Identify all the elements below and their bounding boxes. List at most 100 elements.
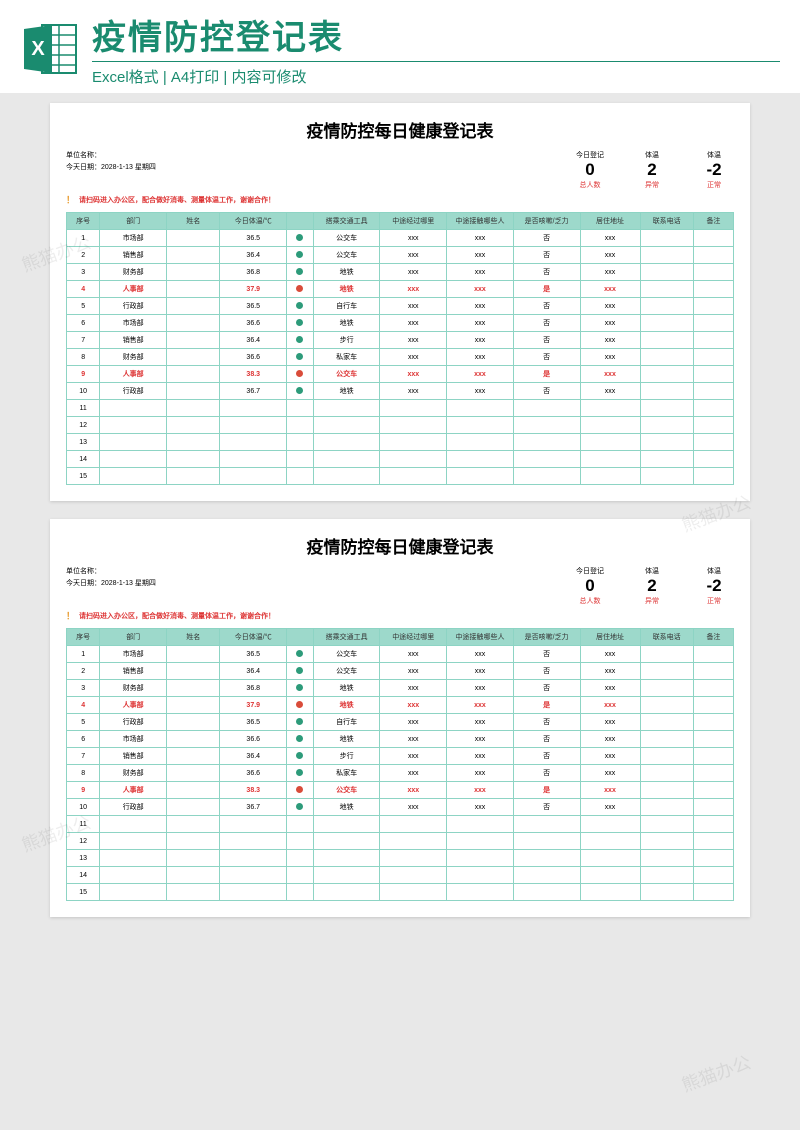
table-row: 10行政部36.7地铁xxxxxx否xxx — [67, 383, 734, 400]
watermark: 熊猫办公 — [678, 1048, 755, 1097]
table-header: 搭乘交通工具 — [313, 213, 380, 230]
table-header: 姓名 — [167, 629, 220, 646]
table-row: 9人事部38.3公交车xxxxxx是xxx — [67, 782, 734, 799]
table-row: 1市场部36.5公交车xxxxxx否xxx — [67, 230, 734, 247]
table-header: 中途接触哪些人 — [447, 213, 514, 230]
status-dot-ok — [296, 336, 303, 343]
sheet-1: 疫情防控每日健康登记表单位名称： 今天日期：2028-1-13 星期四 今日登记0总… — [50, 103, 750, 501]
table-row: 13 — [67, 850, 734, 867]
page-header: X 疫情防控登记表 Excel格式 | A4打印 | 内容可修改 — [0, 0, 800, 93]
stat-block: 今日登记0总人数 — [570, 566, 610, 606]
table-row: 14 — [67, 451, 734, 468]
table-row: 2销售部36.4公交车xxxxxx否xxx — [67, 663, 734, 680]
stat-block: 体温-2正常 — [694, 150, 734, 190]
unit-label: 单位名称： — [66, 150, 156, 160]
health-table: 序号部门姓名今日体温/℃ 搭乘交通工具中途经过哪里中途接触哪些人是否咳嗽/乏力居住… — [66, 212, 734, 485]
table-row: 3财务部36.8地铁xxxxxx否xxx — [67, 680, 734, 697]
table-row: 11 — [67, 816, 734, 833]
table-header: 中途经过哪里 — [380, 629, 447, 646]
status-dot-alert — [296, 370, 303, 377]
table-row: 11 — [67, 400, 734, 417]
status-dot-ok — [296, 752, 303, 759]
status-dot-ok — [296, 268, 303, 275]
excel-icon: X — [20, 21, 80, 77]
table-header: 部门 — [100, 213, 167, 230]
table-header: 中途接触哪些人 — [447, 629, 514, 646]
status-dot-ok — [296, 302, 303, 309]
table-row: 10行政部36.7地铁xxxxxx否xxx — [67, 799, 734, 816]
status-dot-ok — [296, 718, 303, 725]
table-row: 12 — [67, 833, 734, 850]
warning-text: ！请扫码进入办公区，配合做好消毒、测量体温工作，谢谢合作！ — [66, 609, 734, 622]
table-header: 联系电话 — [640, 213, 693, 230]
stat-block: 今日登记0总人数 — [570, 150, 610, 190]
table-header: 居住地址 — [580, 629, 640, 646]
health-table: 序号部门姓名今日体温/℃ 搭乘交通工具中途经过哪里中途接触哪些人是否咳嗽/乏力居住… — [66, 628, 734, 901]
table-row: 7销售部36.4步行xxxxxx否xxx — [67, 332, 734, 349]
table-row: 8财务部36.6私家车xxxxxx否xxx — [67, 349, 734, 366]
stat-block: 体温-2正常 — [694, 566, 734, 606]
date-row: 今天日期：2028-1-13 星期四 — [66, 578, 156, 588]
table-header: 今日体温/℃ — [220, 629, 287, 646]
table-row: 2销售部36.4公交车xxxxxx否xxx — [67, 247, 734, 264]
header-subtitle: Excel格式 | A4打印 | 内容可修改 — [92, 61, 780, 87]
table-header: 是否咳嗽/乏力 — [513, 213, 580, 230]
table-row: 9人事部38.3公交车xxxxxx是xxx — [67, 366, 734, 383]
table-row: 5行政部36.5自行车xxxxxx否xxx — [67, 298, 734, 315]
sheet-2: 疫情防控每日健康登记表单位名称： 今天日期：2028-1-13 星期四 今日登记0总… — [50, 519, 750, 917]
table-row: 6市场部36.6地铁xxxxxx否xxx — [67, 315, 734, 332]
table-header: 搭乘交通工具 — [313, 629, 380, 646]
status-dot-alert — [296, 786, 303, 793]
table-header: 中途经过哪里 — [380, 213, 447, 230]
table-header: 部门 — [100, 629, 167, 646]
table-header — [287, 213, 314, 230]
table-header: 备注 — [693, 629, 733, 646]
unit-label: 单位名称： — [66, 566, 156, 576]
sheet-title: 疫情防控每日健康登记表 — [66, 533, 734, 558]
status-dot-ok — [296, 667, 303, 674]
table-header: 序号 — [67, 629, 100, 646]
table-row: 6市场部36.6地铁xxxxxx否xxx — [67, 731, 734, 748]
stat-block: 体温2异常 — [632, 566, 672, 606]
table-row: 13 — [67, 434, 734, 451]
table-header: 今日体温/℃ — [220, 213, 287, 230]
status-dot-ok — [296, 735, 303, 742]
table-header: 联系电话 — [640, 629, 693, 646]
table-row: 15 — [67, 468, 734, 485]
table-row: 14 — [67, 867, 734, 884]
table-row: 5行政部36.5自行车xxxxxx否xxx — [67, 714, 734, 731]
status-dot-ok — [296, 319, 303, 326]
status-dot-ok — [296, 803, 303, 810]
table-header — [287, 629, 314, 646]
sheet-title: 疫情防控每日健康登记表 — [66, 117, 734, 142]
stat-block: 体温2异常 — [632, 150, 672, 190]
table-header: 是否咳嗽/乏力 — [513, 629, 580, 646]
table-row: 12 — [67, 417, 734, 434]
status-dot-ok — [296, 251, 303, 258]
status-dot-ok — [296, 387, 303, 394]
table-header: 居住地址 — [580, 213, 640, 230]
status-dot-ok — [296, 650, 303, 657]
status-dot-alert — [296, 285, 303, 292]
warning-icon: ！ — [66, 193, 75, 206]
status-dot-ok — [296, 684, 303, 691]
status-dot-alert — [296, 701, 303, 708]
table-row: 4人事部37.9地铁xxxxxx是xxx — [67, 281, 734, 298]
status-dot-ok — [296, 769, 303, 776]
table-row: 15 — [67, 884, 734, 901]
table-row: 8财务部36.6私家车xxxxxx否xxx — [67, 765, 734, 782]
warning-icon: ！ — [66, 609, 75, 622]
status-dot-ok — [296, 353, 303, 360]
date-row: 今天日期：2028-1-13 星期四 — [66, 162, 156, 172]
table-row: 3财务部36.8地铁xxxxxx否xxx — [67, 264, 734, 281]
table-row: 1市场部36.5公交车xxxxxx否xxx — [67, 646, 734, 663]
table-row: 7销售部36.4步行xxxxxx否xxx — [67, 748, 734, 765]
table-header: 备注 — [693, 213, 733, 230]
warning-text: ！请扫码进入办公区，配合做好消毒、测量体温工作，谢谢合作！ — [66, 193, 734, 206]
table-header: 序号 — [67, 213, 100, 230]
header-title: 疫情防控登记表 — [92, 10, 780, 59]
pages-container: 疫情防控每日健康登记表单位名称：今天日期：2028-1-13 星期四今日登记0总… — [0, 93, 800, 945]
svg-text:X: X — [31, 38, 45, 60]
table-row: 4人事部37.9地铁xxxxxx是xxx — [67, 697, 734, 714]
table-header: 姓名 — [167, 213, 220, 230]
